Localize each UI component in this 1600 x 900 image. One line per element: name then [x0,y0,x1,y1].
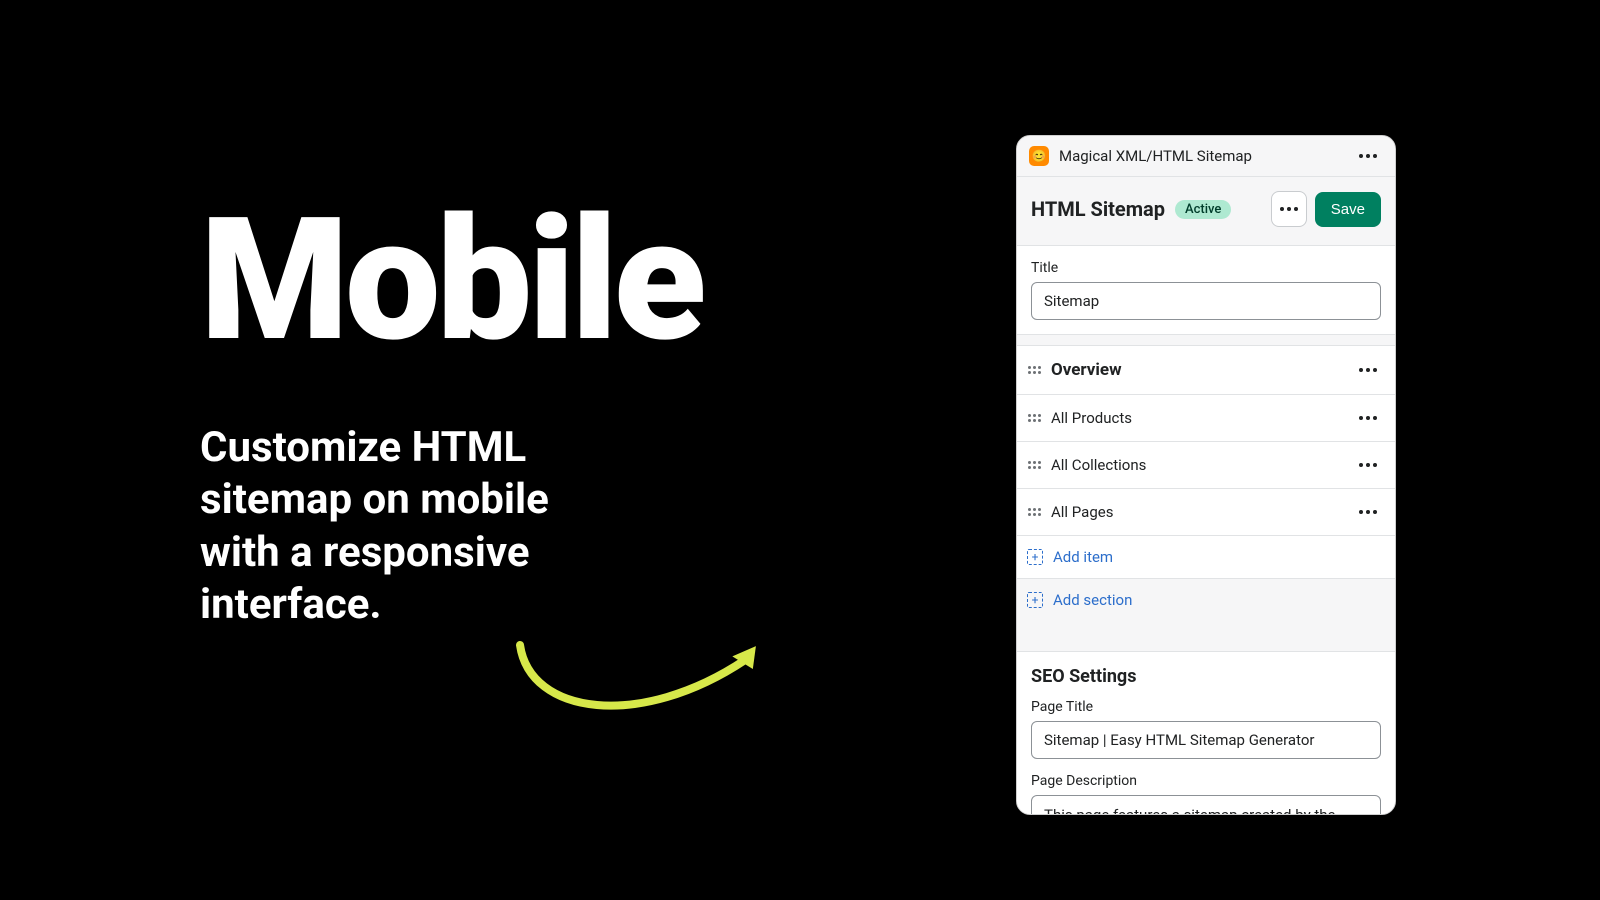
seo-page-description-input[interactable] [1031,795,1381,815]
app-emoji-icon: 😊 [1032,149,1047,163]
more-actions-icon [1276,203,1302,215]
add-item-button[interactable]: + Add item [1017,536,1395,578]
section-heading: Overview [1051,360,1122,380]
app-icon: 😊 [1029,146,1049,166]
seo-page-title-input[interactable] [1031,721,1381,759]
drag-handle-icon[interactable] [1027,414,1041,422]
add-item-icon: + [1027,549,1043,565]
add-section-label: Add section [1053,591,1132,609]
title-input[interactable] [1031,282,1381,320]
list-item-label: All Pages [1051,503,1113,521]
seo-settings-card: SEO Settings Page Title Page Description [1017,651,1395,815]
list-item[interactable]: All Pages [1017,489,1395,536]
save-button[interactable]: Save [1315,192,1381,227]
marketing-subheading: Customize HTML sitemap on mobile with a … [200,422,600,632]
drag-handle-icon[interactable] [1027,461,1041,469]
list-item[interactable]: All Collections [1017,442,1395,489]
list-item[interactable]: All Products [1017,395,1395,442]
drag-handle-icon[interactable] [1027,366,1041,374]
window-chrome: 😊 Magical XML/HTML Sitemap [1017,136,1395,177]
drag-handle-icon[interactable] [1027,508,1041,516]
window-title: Magical XML/HTML Sitemap [1059,147,1355,165]
decorative-arrow [510,620,780,730]
page-header: HTML Sitemap Active Save [1017,177,1395,245]
row-more-icon[interactable] [1355,412,1381,424]
more-actions-button[interactable] [1271,191,1307,227]
title-card: Title [1017,245,1395,335]
marketing-copy: Mobile Customize HTML sitemap on mobile … [200,200,800,632]
page-title: HTML Sitemap [1031,197,1165,221]
row-more-icon[interactable] [1355,506,1381,518]
app-window: 😊 Magical XML/HTML Sitemap HTML Sitemap … [1016,135,1396,815]
seo-page-description-label: Page Description [1031,773,1381,789]
row-more-icon[interactable] [1355,459,1381,471]
status-badge: Active [1175,200,1231,219]
list-item-label: All Products [1051,409,1132,427]
seo-page-title-label: Page Title [1031,699,1381,715]
add-section-icon: + [1027,592,1043,608]
add-section-button[interactable]: + Add section [1017,578,1395,621]
marketing-heading: Mobile [200,200,800,362]
section-row-more-icon[interactable] [1355,364,1381,376]
seo-heading: SEO Settings [1031,666,1381,687]
title-field-label: Title [1031,260,1381,276]
overview-section: Overview All Products All Collections Al… [1017,345,1395,621]
list-item-label: All Collections [1051,456,1146,474]
add-item-label: Add item [1053,548,1113,566]
section-header-row[interactable]: Overview [1017,346,1395,395]
window-more-icon[interactable] [1355,150,1381,162]
